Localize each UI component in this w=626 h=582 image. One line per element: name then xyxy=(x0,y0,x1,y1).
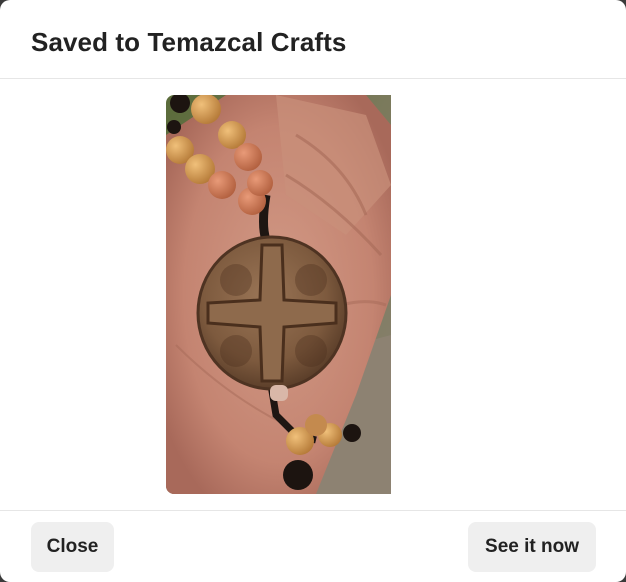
dialog-header: Saved to Temazcal Crafts xyxy=(0,0,626,79)
dialog-body xyxy=(0,79,626,510)
close-button[interactable]: Close xyxy=(31,522,114,572)
saved-dialog: Saved to Temazcal Crafts Close See it no… xyxy=(0,0,626,582)
dialog-footer: Close See it now xyxy=(0,510,626,582)
pin-photo xyxy=(166,95,391,494)
dialog-title: Saved to Temazcal Crafts xyxy=(31,27,347,57)
pin-image[interactable] xyxy=(166,95,391,494)
see-it-now-button[interactable]: See it now xyxy=(468,522,596,572)
